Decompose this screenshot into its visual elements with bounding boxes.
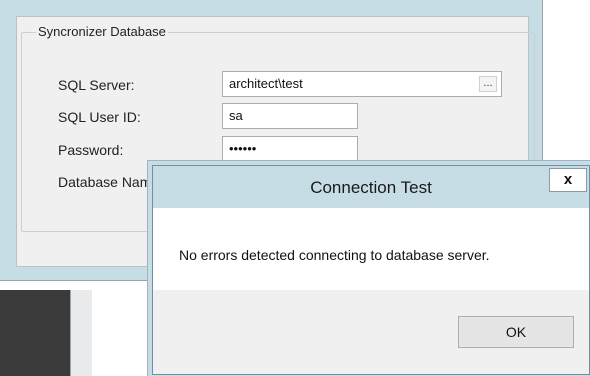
password-label: Password: [58, 142, 124, 158]
sql-server-label: SQL Server: [58, 77, 135, 93]
close-button[interactable]: x [549, 168, 587, 192]
browse-server-button[interactable]: ... [479, 76, 497, 92]
database-name-label: Database Nam [58, 174, 152, 190]
sql-user-id-value: sa [229, 108, 243, 123]
sql-server-value: architect\test [229, 76, 303, 91]
background-dark-panel [0, 290, 70, 376]
dialog-titlebar[interactable]: Connection Test x [153, 166, 589, 208]
background-grey-panel [70, 290, 92, 376]
connection-test-dialog: Connection Test x No errors detected con… [152, 165, 590, 375]
password-value: •••••• [229, 141, 257, 156]
group-title: Syncronizer Database [36, 24, 168, 40]
sql-user-id-label: SQL User ID: [58, 109, 141, 125]
dialog-message: No errors detected connecting to databas… [179, 247, 490, 263]
ok-button[interactable]: OK [458, 316, 574, 348]
sql-user-id-input[interactable]: sa [222, 103, 358, 129]
dialog-title: Connection Test [310, 178, 432, 197]
password-input[interactable]: •••••• [222, 136, 358, 162]
close-icon: x [563, 171, 573, 188]
dialog-body: No errors detected connecting to databas… [153, 208, 589, 290]
sql-server-input[interactable]: architect\test ... [222, 71, 502, 97]
